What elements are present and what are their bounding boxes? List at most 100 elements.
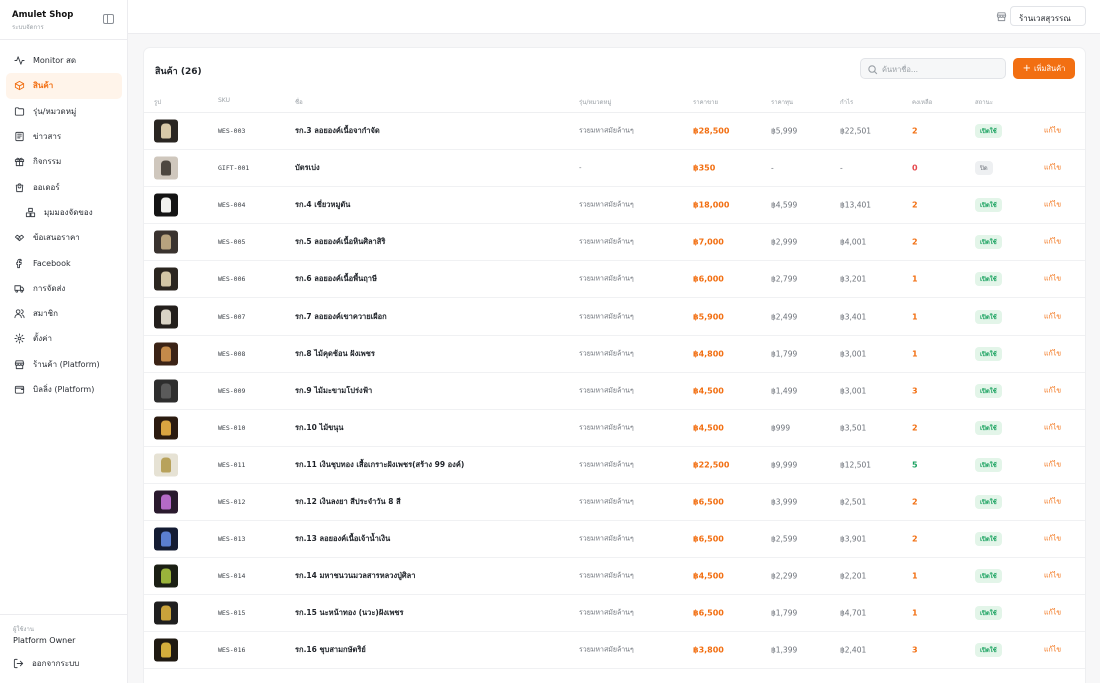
edit-button[interactable]: แก้ไข <box>1044 200 1061 211</box>
users-icon <box>14 308 25 319</box>
product-stock: 3 <box>912 645 918 655</box>
sidebar-item-label: ร้านค้า (Platform) <box>33 359 100 369</box>
edit-button[interactable]: แก้ไข <box>1044 422 1061 433</box>
products-card: สินค้า (26) + เพิ่มสินค้า รูป SKU ชื่อ ร… <box>143 47 1086 683</box>
status-badge: เปิดใช้ <box>975 494 1002 509</box>
status-badge: เปิดใช้ <box>975 309 1002 324</box>
table-row[interactable]: WES-007 รก.7 ลอยองค์เขาควายเผือก รวยมหาสมั… <box>144 298 1085 336</box>
status-badge: เปิดใช้ <box>975 124 1002 139</box>
table-row[interactable]: WES-008 รก.8 ไม้คุดช้อน ฝังเพชร รวยมหาสมัย… <box>144 336 1085 373</box>
edit-button[interactable]: แก้ไข <box>1044 237 1061 248</box>
product-name: รก.6 ลอยองค์เนื้อพื้นฤาษี <box>295 274 377 284</box>
status-badge: เปิดใช้ <box>975 643 1002 658</box>
product-price: ฿3,800 <box>693 645 724 655</box>
product-stock: 5 <box>912 460 918 470</box>
sidebar-item-store[interactable]: ร้านค้า (Platform) <box>6 352 122 377</box>
edit-button[interactable]: แก้ไข <box>1044 496 1061 507</box>
edit-button[interactable]: แก้ไข <box>1044 274 1061 285</box>
edit-button[interactable]: แก้ไข <box>1044 459 1061 470</box>
status-badge: เปิดใช้ <box>975 198 1002 213</box>
product-sku: WES-003 <box>218 127 246 136</box>
sidebar-item-newspaper[interactable]: ข่าวสาร <box>6 124 122 149</box>
product-stock: 1 <box>912 349 918 359</box>
product-name: รก.16 ชุบสามกษัตริย์ <box>295 645 366 655</box>
edit-button[interactable]: แก้ไข <box>1044 385 1061 396</box>
user-label: ผู้ใช้งาน <box>13 626 34 633</box>
sidebar-item-label: การจัดส่ง <box>33 283 66 293</box>
product-price: ฿6,500 <box>693 497 724 507</box>
search-input[interactable] <box>882 63 1000 75</box>
table-row[interactable]: WES-015 รก.15 นะหน้าทอง (นวะ)ฝังเพชร รวยมห… <box>144 595 1085 633</box>
product-stock: 1 <box>912 312 918 322</box>
product-profit: ฿2,201 <box>840 571 867 581</box>
product-name: รก.12 เงินลงยา สีประจำวัน 8 สี <box>295 496 401 506</box>
table-row[interactable]: WES-014 รก.14 มหาชนวนมวลสารหลวงปู่ศิลา รวย… <box>144 558 1085 596</box>
product-group: รวยมหาสมัยล้านๆ <box>579 423 634 432</box>
search-box <box>860 58 1006 79</box>
product-sku: WES-004 <box>218 201 246 210</box>
table-row[interactable]: GIFT-001 บัตรเบ่ง - ฿350 - - 0 ปิด แก้ไข <box>144 150 1085 188</box>
gift-icon <box>14 156 25 167</box>
product-price: ฿7,000 <box>693 237 724 247</box>
product-name: รก.11 เงินชุบทอง เสื้อเกราะฝังเพชร(สร้าง… <box>295 459 465 469</box>
sidebar-item-gear[interactable]: ตั้งค่า <box>6 326 122 351</box>
sidebar-item-folder[interactable]: รุ่น/หมวดหมู่ <box>6 99 122 124</box>
sidebar-item-boxes[interactable]: มุมมองจัดของ <box>6 200 122 225</box>
product-cost: ฿5,999 <box>771 126 798 136</box>
edit-button[interactable]: แก้ไข <box>1044 571 1061 582</box>
table-row[interactable]: WES-010 รก.10 ไม้ขนุน รวยมหาสมัยล้านๆ ฿4,50… <box>144 410 1085 447</box>
edit-button[interactable]: แก้ไข <box>1044 645 1061 656</box>
edit-button[interactable]: แก้ไข <box>1044 311 1061 322</box>
sidebar-item-handshake[interactable]: ข้อเสนอราคา <box>6 225 122 250</box>
edit-button[interactable]: แก้ไข <box>1044 126 1061 137</box>
product-profit: ฿3,901 <box>840 534 867 544</box>
status-badge: เปิดใช้ <box>975 383 1002 398</box>
table-row[interactable]: WES-016 รก.16 ชุบสามกษัตริย์ รวยมหาสมัยล้า… <box>144 632 1085 670</box>
divider <box>0 39 127 40</box>
table-row[interactable]: WES-004 รก.4 เชี่ยวหมูตัน รวยมหาสมัยล้านๆ ฿… <box>144 187 1085 225</box>
boxes-icon <box>25 207 36 218</box>
product-name: รก.7 ลอยองค์เขาควายเผือก <box>295 311 387 321</box>
sidebar-item-gift[interactable]: กิจกรรม <box>6 149 122 174</box>
sidebar-item-users[interactable]: สมาชิก <box>6 301 122 326</box>
product-stock: 1 <box>912 608 918 618</box>
product-profit: ฿3,501 <box>840 423 867 433</box>
product-thumbnail <box>154 490 178 514</box>
table-row[interactable]: WES-009 รก.9 ไม้มะขามโปร่งฟ้า รวยมหาสมัยล้… <box>144 373 1085 410</box>
sidebar-collapse-icon[interactable] <box>103 14 114 24</box>
product-sku: GIFT-001 <box>218 164 250 173</box>
product-thumbnail <box>154 193 178 217</box>
product-group: รวยมหาสมัยล้านๆ <box>579 126 634 135</box>
sidebar-item-wallet[interactable]: บิลลิ่ง (Platform) <box>6 377 122 402</box>
sidebar-item-label: Monitor สด <box>33 56 77 66</box>
edit-button[interactable]: แก้ไข <box>1044 348 1061 359</box>
product-name: รก.5 ลอยองค์เนื้อหินศิลาสิริ <box>295 237 386 247</box>
sidebar-item-label: กิจกรรม <box>33 157 62 167</box>
sidebar-item-activity[interactable]: Monitor สด <box>6 48 122 73</box>
edit-button[interactable]: แก้ไข <box>1044 163 1061 174</box>
status-badge: ปิด <box>975 161 993 176</box>
table-row[interactable]: WES-005 รก.5 ลอยองค์เนื้อหินศิลาสิริ รวยมห… <box>144 224 1085 262</box>
product-profit: ฿2,401 <box>840 645 867 655</box>
table-row[interactable]: WES-006 รก.6 ลอยองค์เนื้อพื้นฤาษี รวยมหาสม… <box>144 261 1085 299</box>
store-selector[interactable]: ร้านเวสสุวรรณ <box>1010 6 1086 26</box>
table-row[interactable]: WES-012 รก.12 เงินลงยา สีประจำวัน 8 สี รวย… <box>144 484 1085 522</box>
sidebar-item-truck[interactable]: การจัดส่ง <box>6 276 122 301</box>
table-row[interactable]: WES-003 รก.3 ลอยองค์เนื้อจากำจัด รวยมหาสมั… <box>144 113 1085 151</box>
sidebar-item-shopping-bag[interactable]: ออเดอร์ <box>6 174 122 199</box>
column-header-group: รุ่น/หมวดหมู่ <box>579 99 612 106</box>
sidebar-item-box[interactable]: สินค้า <box>6 73 122 99</box>
product-profit: ฿3,001 <box>840 386 867 396</box>
product-thumbnail <box>154 638 178 662</box>
column-header-name: ชื่อ <box>295 99 303 106</box>
table-row[interactable]: WES-013 รก.13 ลอยองค์เนื้อเจ้าน้ำเงิน รวยม… <box>144 521 1085 559</box>
logout-button[interactable]: ออกจากระบบ <box>13 657 79 670</box>
product-profit: ฿3,201 <box>840 274 867 284</box>
sidebar-item-facebook[interactable]: Facebook <box>6 250 122 275</box>
product-sku: WES-006 <box>218 275 246 284</box>
edit-button[interactable]: แก้ไข <box>1044 534 1061 545</box>
edit-button[interactable]: แก้ไข <box>1044 608 1061 619</box>
add-product-button[interactable]: + เพิ่มสินค้า <box>1013 58 1075 79</box>
table-row[interactable]: WES-011 รก.11 เงินชุบทอง เสื้อเกราะฝังเพช… <box>144 447 1085 484</box>
product-group: รวยมหาสมัยล้านๆ <box>579 497 634 506</box>
